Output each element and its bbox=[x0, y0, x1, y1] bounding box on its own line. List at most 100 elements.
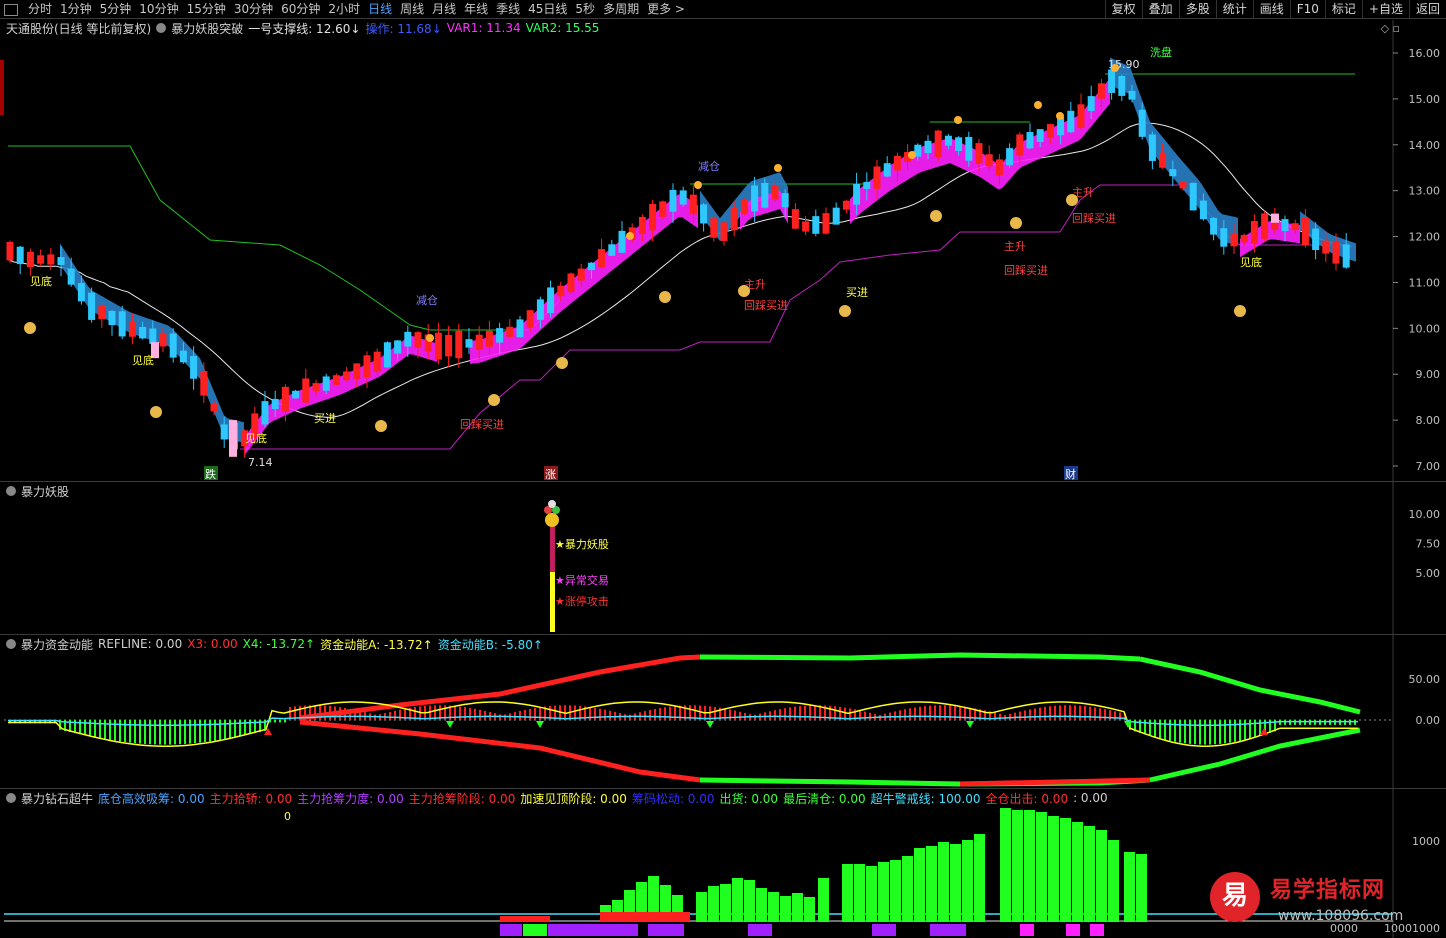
panel2-axis-label: 10.00 bbox=[1409, 508, 1441, 521]
price-axis-label: 10.00 bbox=[1409, 322, 1441, 335]
candle-body bbox=[1210, 217, 1218, 235]
money-bag-icon bbox=[150, 406, 162, 418]
down-arrow-icon bbox=[706, 721, 714, 728]
down-arrow-icon bbox=[536, 721, 544, 728]
signal-label-bottom4: 见底 bbox=[1240, 255, 1262, 269]
panel3-axis-label: 50.00 bbox=[1409, 673, 1441, 686]
pullback-line bbox=[240, 184, 1340, 450]
candle-body bbox=[1322, 240, 1330, 254]
candle-body bbox=[924, 140, 932, 154]
candle-body bbox=[108, 310, 116, 326]
power-bar bbox=[1084, 826, 1095, 922]
phase-marker bbox=[1090, 924, 1104, 936]
money-bag-icon bbox=[24, 322, 36, 334]
candle-body bbox=[822, 213, 830, 234]
candle-body bbox=[761, 182, 769, 208]
phase-marker bbox=[1066, 924, 1080, 936]
candle-body bbox=[863, 181, 871, 189]
candle-body bbox=[261, 401, 269, 425]
candle-body bbox=[883, 163, 891, 177]
candle-body bbox=[689, 194, 697, 215]
candle-body bbox=[383, 342, 391, 368]
money-bag-icon bbox=[1066, 194, 1078, 206]
candle-body bbox=[373, 351, 381, 372]
power-bar bbox=[866, 866, 877, 922]
signal-label-bottom1: 见底 bbox=[30, 274, 52, 288]
power-bar bbox=[962, 840, 973, 922]
power-bar bbox=[1060, 818, 1071, 922]
power-bar bbox=[696, 892, 707, 922]
candle-body bbox=[1108, 69, 1116, 93]
power-bar bbox=[720, 884, 731, 922]
power-bar bbox=[950, 844, 961, 922]
candle-body bbox=[791, 209, 799, 229]
price-axis-label: 12.00 bbox=[1409, 231, 1441, 244]
candle-body bbox=[995, 159, 1003, 176]
candle-body bbox=[587, 262, 595, 271]
candle-body bbox=[1261, 213, 1269, 239]
candle-body bbox=[312, 383, 320, 392]
power-bar bbox=[744, 880, 755, 922]
candle-body bbox=[1240, 234, 1248, 243]
candle-body bbox=[944, 135, 952, 146]
power-bar bbox=[890, 860, 901, 922]
power-bar bbox=[878, 862, 889, 922]
candle-body bbox=[57, 257, 65, 265]
down-arrow-icon bbox=[446, 721, 454, 728]
phase-marker bbox=[500, 924, 522, 936]
candle-body bbox=[1189, 182, 1197, 211]
candle-body bbox=[853, 183, 861, 205]
candle-body bbox=[1250, 221, 1258, 244]
candle-body bbox=[271, 398, 279, 409]
down-arrow-icon bbox=[966, 721, 974, 728]
candle-body bbox=[802, 221, 810, 232]
phase-marker bbox=[748, 924, 772, 936]
candle-body bbox=[118, 311, 126, 337]
candle-body bbox=[6, 241, 14, 261]
up-arrow-icon bbox=[1260, 728, 1268, 735]
phase-marker bbox=[930, 924, 966, 936]
panel3-axis-label: 0.00 bbox=[1416, 714, 1441, 727]
candle-body bbox=[516, 319, 524, 338]
signal-label-rise2: 主升 bbox=[1004, 240, 1026, 253]
candle-body bbox=[47, 254, 55, 265]
chart-canvas[interactable]: 16.00 15.00 14.00 13.00 12.00 11.00 10.00 9.00 8… bbox=[0, 0, 1446, 938]
phase-marker bbox=[648, 924, 684, 936]
candle-body bbox=[965, 136, 973, 161]
candle-body bbox=[353, 363, 361, 379]
money-bag-icon bbox=[839, 305, 851, 317]
candle-body bbox=[67, 268, 75, 285]
candle-body bbox=[1342, 244, 1350, 268]
candle-body bbox=[179, 350, 187, 363]
moving-average-line bbox=[7, 122, 1353, 418]
price-axis-label: 8.00 bbox=[1416, 414, 1441, 427]
panel2-signal-label: ★异常交易 bbox=[555, 573, 609, 587]
candle-body bbox=[1148, 134, 1156, 161]
lower-envelope-red bbox=[299, 719, 701, 783]
runner-icon bbox=[1111, 64, 1119, 72]
candle-body bbox=[1067, 110, 1075, 133]
signal-label-wash: 洗盘 bbox=[1150, 45, 1172, 59]
price-axis-label: 11.00 bbox=[1409, 276, 1441, 289]
candle-body bbox=[1006, 148, 1014, 166]
power-bar bbox=[1000, 808, 1011, 922]
candle-body bbox=[496, 328, 504, 343]
candle-body bbox=[536, 299, 544, 320]
candle-body bbox=[832, 207, 840, 225]
candle-body bbox=[88, 292, 96, 320]
panel2-signal-label: ★涨停攻击 bbox=[555, 594, 609, 608]
candle-body bbox=[1199, 200, 1207, 220]
candle-body bbox=[873, 166, 881, 189]
power-bar bbox=[1036, 812, 1047, 922]
candle-body bbox=[404, 331, 412, 347]
candle-body bbox=[220, 424, 228, 440]
signal-ball-icon bbox=[548, 500, 556, 508]
upper-envelope-red bbox=[299, 654, 701, 721]
candle-body bbox=[547, 287, 555, 314]
candle-body bbox=[292, 390, 300, 399]
signal-label-pullback2: 回踩买进 bbox=[744, 299, 788, 312]
price-axis-label: 14.00 bbox=[1409, 139, 1441, 152]
power-bar bbox=[842, 864, 853, 922]
signal-label-tag_rise: 涨 bbox=[545, 468, 556, 481]
power-bar bbox=[708, 886, 719, 922]
